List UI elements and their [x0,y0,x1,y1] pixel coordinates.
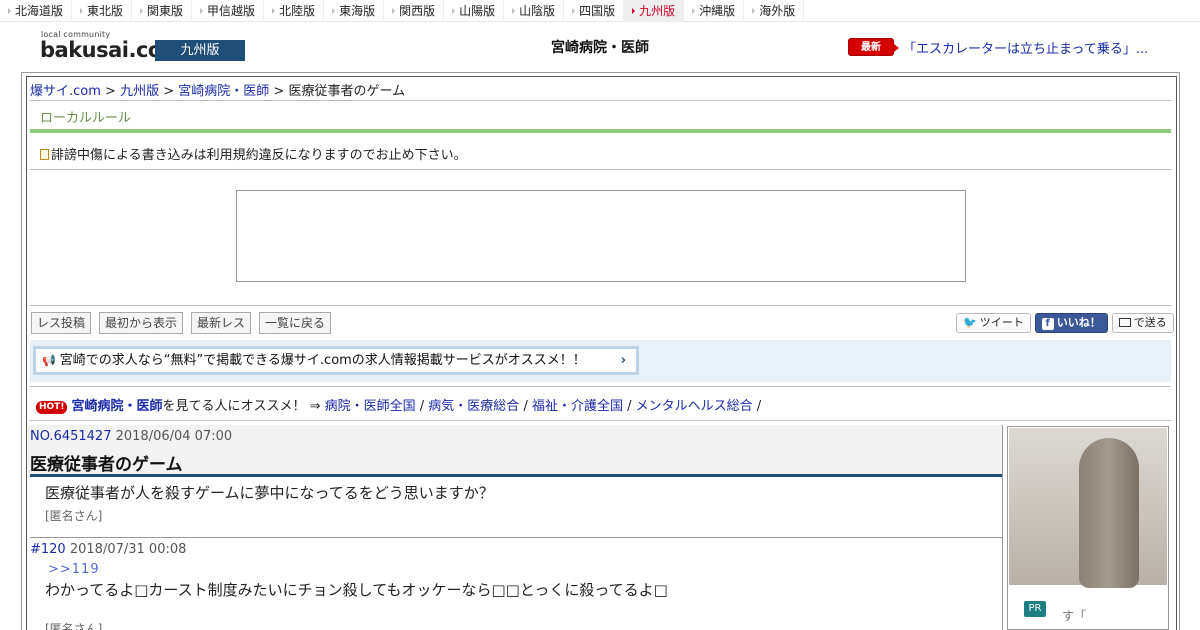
news-badge-icon: 最新NEWS [848,38,899,71]
reply-body: わかってるよ□カースト制度みたいにチョン殺してもオッケーなら□□とっくに殺ってる… [45,581,668,599]
post-number-link[interactable]: NO.6451427 [30,429,111,444]
post-body: 医療従事者が人を殺すゲームに夢中になってるをどう思いますか？ [45,484,494,502]
region-tab[interactable]: 沖縄版 [684,0,745,22]
region-tab[interactable]: 山陰版 [504,0,565,22]
reply-anchor-link[interactable]: >>119 [48,562,100,577]
post-meta: NO.6451427 2018/06/04 07:00 [30,429,232,444]
recommend-link-hospital[interactable]: 病院・医師全国 [325,399,416,414]
thread-action-buttons: レス投稿 最初から表示 最新レス 一覧に戻る [31,312,332,334]
back-to-list-button[interactable]: 一覧に戻る [259,312,332,334]
news-headline-link[interactable]: 「エスカレーターは立ち止まって乗る」... [903,38,1148,57]
facebook-icon: f [1041,318,1054,330]
reply-meta: #120 2018/07/31 00:08 [30,542,186,557]
region-tab[interactable]: 山陽版 [444,0,505,22]
twitter-bird-icon: 🐦 [963,316,977,329]
recommend-link-mental[interactable]: メンタルヘルス総合 [636,399,753,414]
latest-replies-button[interactable]: 最新レス [191,312,252,334]
divider [30,305,1171,306]
post-date: 2018/06/04 07:00 [115,429,233,444]
breadcrumb-home-link[interactable]: 爆サイ.com [30,84,101,99]
post-reply-button[interactable]: レス投稿 [31,312,92,334]
region-nav-bar: 北海道版 東北版 関東版 甲信越版 北陸版 東海版 関西版 山陽版 山陰版 四国版 九州版 沖縄版 海外… [0,0,1200,22]
region-tab[interactable]: 東北版 [72,0,133,22]
region-tab[interactable]: 甲信越版 [192,0,265,22]
hot-separator: / [752,399,762,414]
side-ad[interactable]: PR す「 [1007,426,1169,630]
chevron-right-icon: › [620,353,626,368]
hot-text: を見てる人にオススメ！ ⇒ [162,399,325,414]
region-tab[interactable]: 海外版 [744,0,805,22]
reply-date: 2018/07/31 00:08 [69,542,187,557]
divider [30,537,1002,538]
breadcrumb-board-link[interactable]: 宮崎病院・医師 [178,84,269,99]
local-rule-bar [30,129,1171,133]
hot-badge-icon: HOT! [36,401,68,414]
recommended-boards: HOT! 宮崎病院・医師を見てる人にオススメ！ ⇒ 病院・医師全国 / 病気・医療… [36,395,761,414]
local-rule-notice: 誹謗中傷による書き込みは利用規約違反になりますのでお止め下さい。 [40,144,467,163]
job-promo-banner[interactable]: 📢 宮崎での求人なら“無料”で掲載できる爆サイ.comの求人情報掲載サービスがオス… [33,346,639,375]
local-rule-heading: ローカルルール [40,111,132,126]
hot-separator: / [415,399,429,414]
like-label: いいね！ [1056,316,1101,329]
ad-image[interactable] [1009,428,1167,588]
divider [30,386,1171,387]
ad-text[interactable]: す「 [1062,607,1086,624]
region-badge[interactable]: 九州版 [155,40,245,61]
site-header: local community bakusai.com 九州版 宮崎病院・医師 … [0,22,1200,72]
document-icon [40,149,49,160]
tweet-button[interactable]: 🐦 ツイート [956,313,1031,333]
region-tab[interactable]: 北陸版 [264,0,325,22]
post-author: [匿名さん] [45,509,103,523]
promo-text: 宮崎での求人なら“無料”で掲載できる爆サイ.comの求人情報掲載サービスがオスス… [59,353,586,368]
divider [30,420,1171,421]
hot-separator: / [519,399,532,414]
mail-icon [1118,318,1131,327]
mail-send-button[interactable]: で送る [1111,313,1174,333]
page-heading: 宮崎病院・医師 [551,40,649,56]
breadcrumb-current: 医療従事者のゲーム [288,84,406,99]
facebook-like-button[interactable]: f いいね！ [1034,313,1108,333]
recommend-link-welfare[interactable]: 福祉・介護全国 [532,399,623,414]
share-buttons: 🐦 ツイート f いいね！ で送る [956,313,1174,333]
reply-number-link[interactable]: #120 [30,542,66,557]
reply-author: [匿名さん] [45,622,103,630]
title-underline [30,474,1002,477]
ad-figure [1079,438,1139,588]
breadcrumb-separator: > [100,84,121,99]
region-tab[interactable]: 北海道版 [0,0,73,22]
ad-banner-placeholder[interactable] [236,190,966,282]
divider [30,100,1171,101]
notice-text: 誹謗中傷による書き込みは利用規約違反になりますのでお止め下さい。 [51,148,467,163]
breadcrumb: 爆サイ.com > 九州版 > 宮崎病院・医師 > 医療従事者のゲーム [30,80,405,99]
thread-title: 医療従事者のゲーム [30,455,183,475]
megaphone-icon: 📢 [42,354,56,367]
region-tab[interactable]: 関西版 [384,0,445,22]
region-tab[interactable]: 東海版 [324,0,385,22]
region-tab[interactable]: 九州版 [624,0,685,22]
divider [30,169,1171,170]
breadcrumb-separator: > [159,84,179,99]
pr-badge: PR [1024,601,1046,617]
breadcrumb-region-link[interactable]: 九州版 [120,84,159,99]
breadcrumb-separator: > [269,84,289,99]
tweet-label: ツイート [979,316,1024,329]
recommend-link-illness[interactable]: 病気・医療総合 [428,399,519,414]
region-tab[interactable]: 関東版 [132,0,193,22]
hot-board-link[interactable]: 宮崎病院・医師 [71,399,162,414]
show-from-start-button[interactable]: 最初から表示 [99,312,184,334]
send-label: で送る [1133,316,1167,329]
region-tab[interactable]: 四国版 [564,0,625,22]
hot-separator: / [622,399,636,414]
